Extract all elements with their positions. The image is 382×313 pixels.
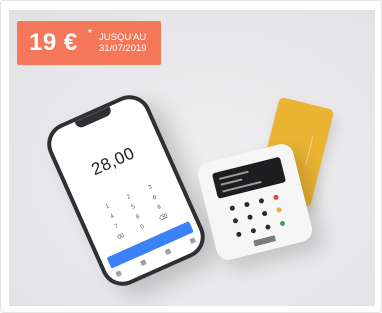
clear-key xyxy=(276,207,283,214)
reader-key xyxy=(235,231,242,238)
reader-key xyxy=(247,214,254,221)
card-embossing xyxy=(305,135,324,168)
reader-key xyxy=(232,218,239,225)
phone-screen: 28,00 1 2 3 4 5 6 7 8 9 00 0 ⌫ xyxy=(45,93,207,288)
confirm-key xyxy=(279,220,286,227)
product-image-frame: 28,00 1 2 3 4 5 6 7 8 9 00 0 ⌫ 19 € * JU… xyxy=(0,0,382,313)
reader-keypad xyxy=(223,189,291,242)
phone-illustration: 28,00 1 2 3 4 5 6 7 8 9 00 0 ⌫ xyxy=(40,88,212,293)
reader-key xyxy=(250,227,257,234)
reader-key xyxy=(261,210,268,218)
offer-until-label: JUSQU'AU xyxy=(99,32,147,43)
tab-icon xyxy=(115,270,122,277)
cancel-key xyxy=(272,194,280,201)
reader-key xyxy=(243,201,250,208)
reader-key xyxy=(258,198,265,205)
reader-key xyxy=(229,205,236,212)
price-value: 19 € xyxy=(29,29,78,56)
tab-icon xyxy=(164,248,172,255)
tab-icon xyxy=(189,237,196,245)
phone-notch xyxy=(74,106,113,130)
offer-end-date: 31/07/2019 xyxy=(99,43,147,54)
screen-line xyxy=(219,170,249,180)
reader-key xyxy=(264,223,271,230)
tab-icon xyxy=(140,259,147,266)
price-asterisk: * xyxy=(88,28,92,39)
brand-logo xyxy=(253,235,277,247)
product-photo: 28,00 1 2 3 4 5 6 7 8 9 00 0 ⌫ 19 € * JU… xyxy=(9,10,375,306)
screen-line xyxy=(220,178,243,186)
price-badge: 19 € * JUSQU'AU 31/07/2019 xyxy=(17,21,161,65)
